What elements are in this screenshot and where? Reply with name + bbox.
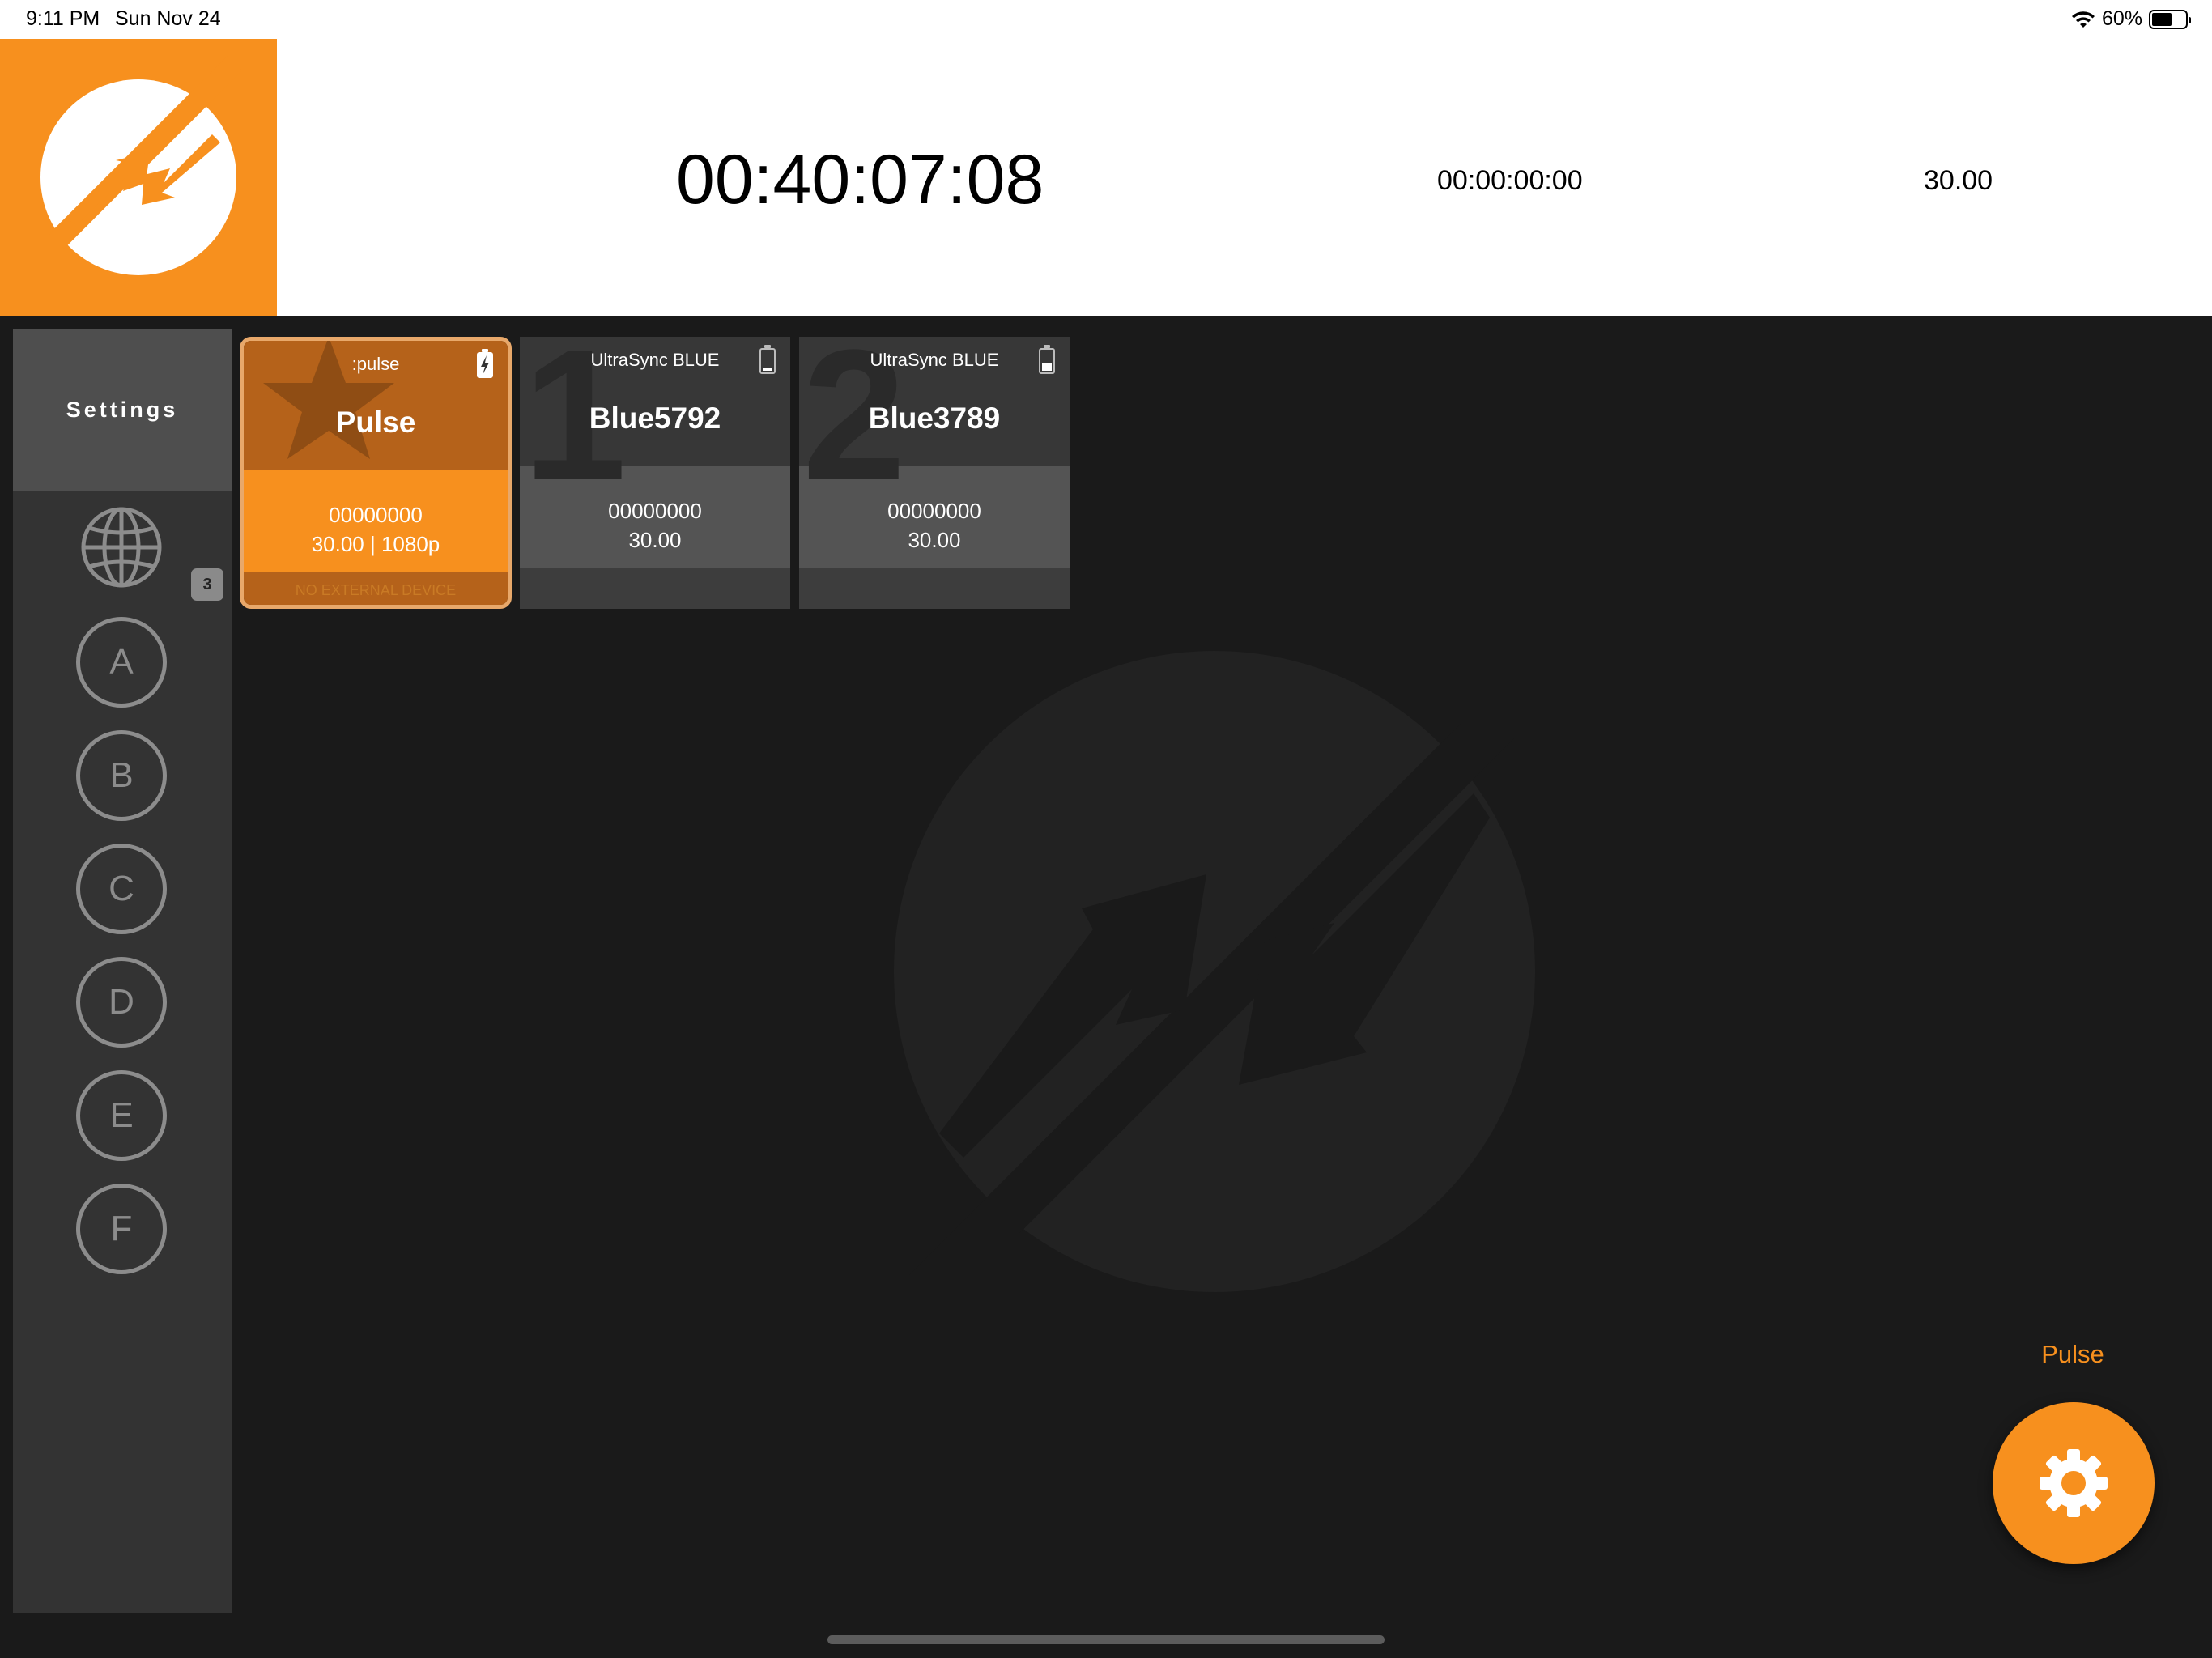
sidebar: Settings 3 A B C D E F [13, 329, 232, 1613]
device-count-badge: 3 [191, 568, 223, 601]
device-rate: 30.00 | 1080p [311, 532, 440, 556]
device-status: NO EXTERNAL DEVICE [295, 582, 457, 598]
device-card-blue3789[interactable]: 2 UltraSync BLUE Blue3789 00000000 30.00 [799, 337, 1070, 609]
status-bar: 9:11 PM Sun Nov 24 60% [0, 0, 2212, 39]
device-name: Blue5792 [589, 402, 721, 435]
status-date: Sun Nov 24 [115, 7, 221, 30]
settings-fab-button[interactable] [1993, 1402, 2155, 1564]
group-f-button[interactable]: F [76, 1184, 167, 1274]
device-rate: 30.00 [908, 528, 961, 552]
device-name: Pulse [335, 406, 416, 439]
device-type: UltraSync BLUE [870, 350, 999, 370]
device-type: UltraSync BLUE [590, 350, 720, 370]
globe-icon[interactable] [79, 505, 164, 589]
watermark-logo-icon [894, 651, 1535, 1295]
group-c-button[interactable]: C [76, 844, 167, 934]
settings-tab[interactable]: Settings [13, 329, 232, 491]
group-b-button[interactable]: B [76, 730, 167, 821]
group-d-button[interactable]: D [76, 957, 167, 1048]
home-indicator[interactable] [827, 1635, 1385, 1644]
device-type: :pulse [351, 354, 400, 374]
charging-battery-icon [477, 349, 493, 378]
status-indicators: 60% [2071, 7, 2191, 31]
sync-logo-icon [40, 55, 243, 275]
battery-icon [759, 345, 776, 374]
gear-icon [2040, 1449, 2108, 1517]
device-card-blue5792[interactable]: 1 UltraSync BLUE Blue5792 00000000 30.00 [520, 337, 790, 609]
wifi-icon [2071, 11, 2095, 28]
secondary-timecode: 00:00:00:00 [1437, 165, 1583, 196]
device-rate: 30.00 [628, 528, 682, 552]
status-time: 9:11 PM [26, 7, 100, 30]
header: 00:40:07:08 00:00:00:00 30.00 [0, 39, 2212, 316]
battery-icon [1039, 345, 1055, 374]
main-timecode: 00:40:07:08 [676, 141, 1044, 219]
device-timecode: 00000000 [887, 499, 981, 523]
device-card-pulse[interactable]: :pulse Pulse 00000000 30.00 | 1080p NO E… [240, 337, 512, 609]
battery-percent: 60% [2101, 7, 2142, 30]
group-a-button[interactable]: A [76, 617, 167, 708]
fab-label: Pulse [2041, 1340, 2104, 1368]
device-name: Blue3789 [868, 402, 1001, 435]
group-e-button[interactable]: E [76, 1070, 167, 1161]
app-logo [0, 39, 277, 316]
battery-icon [2149, 9, 2191, 29]
device-timecode: 00000000 [608, 499, 702, 523]
device-timecode: 00000000 [329, 503, 423, 527]
frame-rate: 30.00 [1924, 165, 1993, 196]
